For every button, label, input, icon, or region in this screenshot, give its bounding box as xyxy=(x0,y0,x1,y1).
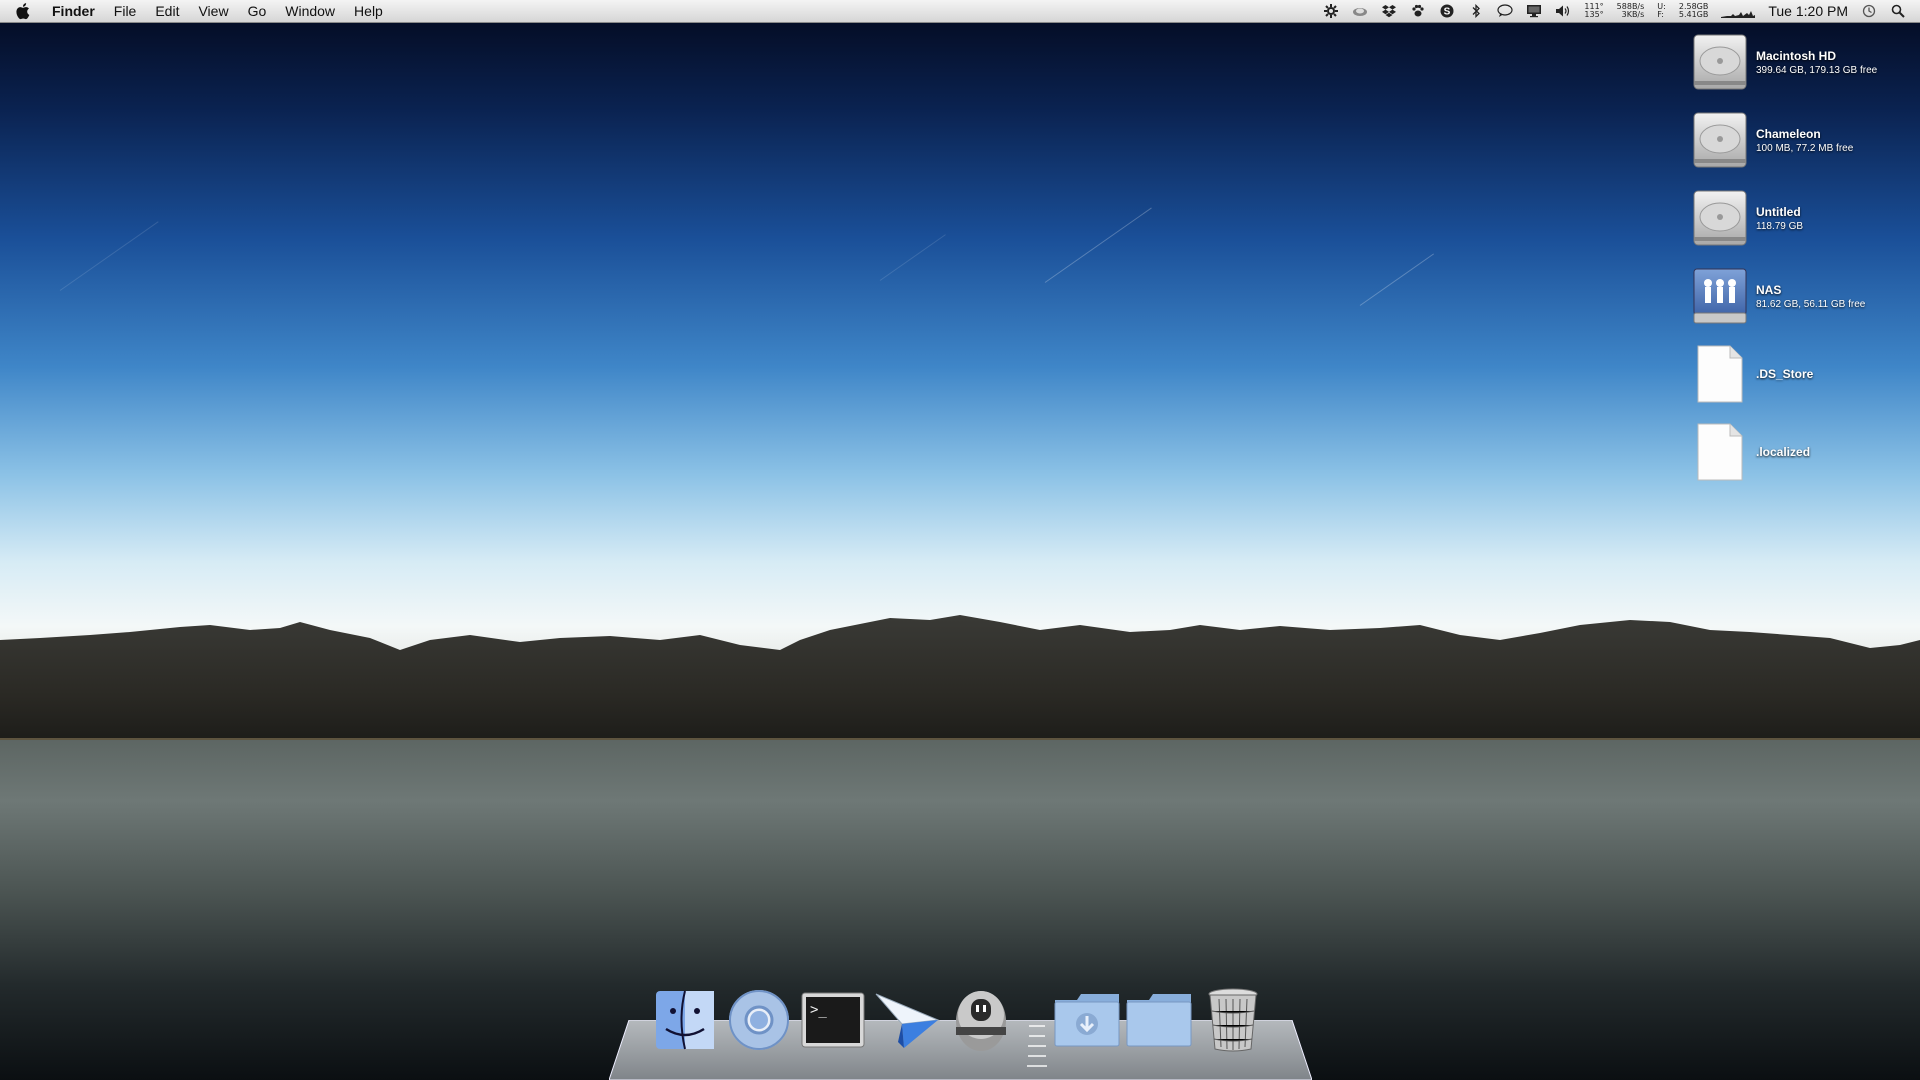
network-share-icon xyxy=(1690,266,1750,326)
network-readout[interactable]: 588B/s 3KB/s xyxy=(1617,3,1645,19)
desktop-item-name: Untitled xyxy=(1756,204,1801,219)
desktop-item-chameleon[interactable]: Chameleon 100 MB, 77.2 MB free xyxy=(1690,108,1920,172)
menu-edit[interactable]: Edit xyxy=(155,3,179,19)
desktop-item-name: Macintosh HD xyxy=(1756,48,1837,63)
chrome-icon[interactable] xyxy=(725,986,793,1054)
sky-streak xyxy=(59,221,159,291)
desktop-item-macintosh-hd[interactable]: Macintosh HD 399.64 GB, 179.13 GB free xyxy=(1690,30,1920,94)
menu-file[interactable]: File xyxy=(114,3,137,19)
finder-icon[interactable] xyxy=(651,986,719,1054)
downloads-folder-icon[interactable] xyxy=(1053,986,1121,1054)
svg-text:>_: >_ xyxy=(810,1002,827,1018)
alfred-icon[interactable] xyxy=(947,986,1015,1054)
memory-free-label: F: xyxy=(1657,10,1664,19)
hard-drive-icon xyxy=(1690,110,1750,170)
menu-bar: Finder File Edit View Go Window Help S 1… xyxy=(0,0,1920,23)
memory-free-value: 5.41GB xyxy=(1678,10,1709,19)
apple-menu-icon[interactable] xyxy=(16,2,38,20)
hard-drive-icon xyxy=(1690,188,1750,248)
documents-folder-icon[interactable] xyxy=(1125,986,1193,1054)
memory-readout[interactable]: 2.58GB 5.41GB xyxy=(1679,3,1709,19)
desktop-item-name: .localized xyxy=(1756,445,1811,459)
trash-icon[interactable] xyxy=(1199,986,1267,1054)
menu-help[interactable]: Help xyxy=(354,3,383,19)
desktop-item-ds-store[interactable]: .DS_Store xyxy=(1690,342,1920,406)
volume-icon[interactable] xyxy=(1555,3,1571,19)
document-icon xyxy=(1690,422,1750,482)
bluetooth-icon[interactable] xyxy=(1468,3,1484,19)
menu-view[interactable]: View xyxy=(198,3,228,19)
temperature-readout[interactable]: 111° 135° xyxy=(1584,3,1603,19)
desktop-item-localized[interactable]: .localized xyxy=(1690,420,1920,484)
document-icon xyxy=(1690,344,1750,404)
mountain-range xyxy=(0,615,1920,750)
menu-window[interactable]: Window xyxy=(285,3,335,19)
desktop-item-info: 81.62 GB, 56.11 GB free xyxy=(1756,298,1866,310)
svg-text:S: S xyxy=(1444,7,1451,18)
sky-streak xyxy=(1044,207,1152,283)
skype-icon[interactable]: S xyxy=(1439,3,1455,19)
memory-label-pair: U: F: xyxy=(1657,3,1666,19)
dock: >_ xyxy=(609,988,1312,1080)
display-icon[interactable] xyxy=(1526,3,1542,19)
status-menus: S 111° 135° 588B/s 3KB/s U: F: 2.58GB 5.… xyxy=(1323,0,1920,22)
chat-bubble-icon[interactable] xyxy=(1497,3,1513,19)
desktop-item-name: NAS xyxy=(1756,282,1782,297)
desktop-item-info: 118.79 GB xyxy=(1756,220,1804,232)
cpu-graph-icon[interactable] xyxy=(1721,3,1756,19)
desktop: Finder File Edit View Go Window Help S 1… xyxy=(0,0,1920,1080)
menu-app-finder[interactable]: Finder xyxy=(52,3,95,19)
hard-drive-icon xyxy=(1690,32,1750,92)
sparrow-mail-icon[interactable] xyxy=(873,986,941,1054)
dropbox-icon[interactable] xyxy=(1381,3,1397,19)
menu-clock[interactable]: Tue 1:20 PM xyxy=(1768,3,1848,19)
paw-icon[interactable] xyxy=(1410,3,1426,19)
desktop-item-info: 100 MB, 77.2 MB free xyxy=(1756,142,1854,154)
cloud-sync-icon[interactable] xyxy=(1352,3,1368,19)
desktop-item-nas[interactable]: NAS 81.62 GB, 56.11 GB free xyxy=(1690,264,1920,328)
gpu-temp-value: 135° xyxy=(1584,10,1604,19)
time-machine-icon[interactable] xyxy=(1861,3,1877,19)
sky-streak xyxy=(879,234,946,281)
network-down-value: 3KB/s xyxy=(1621,10,1645,19)
desktop-item-name: .DS_Store xyxy=(1756,367,1814,381)
menu-go[interactable]: Go xyxy=(248,3,267,19)
terminal-icon[interactable]: >_ xyxy=(799,986,867,1054)
spotlight-search-icon[interactable] xyxy=(1890,3,1906,19)
desktop-item-info: 399.64 GB, 179.13 GB free xyxy=(1756,64,1878,76)
gear-icon[interactable] xyxy=(1323,3,1339,19)
desktop-item-untitled[interactable]: Untitled 118.79 GB xyxy=(1690,186,1920,250)
sky-streak xyxy=(1359,253,1435,306)
desktop-item-name: Chameleon xyxy=(1756,126,1821,141)
